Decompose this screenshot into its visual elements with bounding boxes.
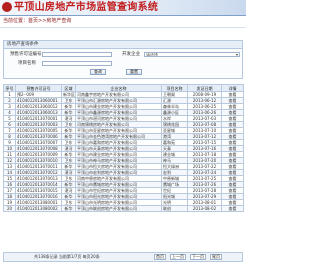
search-panel-header: 房地产查询条件 [3,40,243,49]
last-page-button[interactable]: 尾页 [210,254,222,260]
prev-page-button[interactable]: 上一页 [170,254,186,260]
cert-label: 预售许可证编号 [10,52,42,57]
table-row: 3 4104012013060012 新华 平顶山市建业房地产开发有限公司 森林半岛 20… [3,103,244,110]
table-row: 15 4104012013070013 卫东 河南中原房地产开发有限公司 中原新城 201… [3,175,244,182]
cell-date: 2013-08-02 [187,205,222,212]
table-row: 19 4104012013080001 卫东 平顶山市光明房地产开发有限公司 光明 201… [3,199,244,206]
cell-project: 联创 [161,205,188,212]
cell-cert: 4104012013080001 [15,199,62,206]
table-row: 4 4104012013060013 新华 平顶山市鑫源房地产开发有限公司 鑫源小区 20… [3,109,244,116]
company-label: 开发企业 [122,52,140,57]
col-date: 发证日期 [187,84,222,92]
table-row: 16 4104012013070014 新华 平顶山市鹰城房地产开发有限公司 鹰城广场 2… [3,181,244,188]
cell-cert: 4104012013060012 [15,103,62,110]
table-row: 5 4104012013070001 湛河 平顶山市湛河房地产开发有限公司 水岸 2013… [3,115,244,122]
pager-summary: 共138条记录 当前第1/7页 每页20条 [34,254,100,259]
cell-cert: 4104012013060001 [15,97,62,104]
search-form: 预售许可证编号 开发企业 请选择 项目名称 查询 重置 [3,49,243,79]
breadcrumb-bar: 当前位置：首页>>房地产查询 [0,16,246,28]
cell-cert: 4104012013080002 [15,205,62,212]
cell-cert: 4104012013070007 [15,139,62,146]
query-button[interactable]: 查询 [90,69,106,75]
cell-cert: 4104012013070003 [15,121,62,128]
cell-cert: 4104012013070011 [15,163,62,170]
table-header-row: 序号 预售许可证号 区域 企业名称 项目名称 发证日期 详情 [3,84,244,92]
project-input[interactable] [42,61,112,66]
table-row: 17 4104012013070015 湛河 平顶山市世纪房地产开发有限公司 世纪 201… [3,187,244,194]
cell-district: 新华 [61,205,76,212]
company-select-value: 请选择 [146,52,158,57]
col-cert: 预售许可证号 [15,84,62,92]
search-panel-title: 房地产查询条件 [7,42,39,47]
company-select[interactable]: 请选择 [144,52,240,57]
cell-cert: 4104012013060013 [15,109,62,116]
col-index: 序号 [3,84,16,92]
table-row: 8 4104012013070006 新华 平顶山市金色港湾房地产开发有限公司 港湾 20… [3,133,244,140]
cell-index: 20 [3,205,16,212]
table-row: 13 4104012013070011 新华 平顶山市恒大房地产开发有限公司 恒大绿洲 2… [3,163,244,170]
cell-district: 新华区 [61,91,76,98]
reset-button[interactable]: 重置 [126,69,142,75]
cell-cert: 4104012013070008 [15,145,62,152]
cell-cert: 4104012013070014 [15,181,62,188]
cell-detail-link[interactable]: 查看 [221,205,244,212]
table-row: 20 4104012013080002 新华 平顶山市联创房地产开发有限公司 联创 201… [3,205,244,212]
col-detail: 详情 [221,84,244,92]
cell-cert: 4104012013070006 [15,133,62,140]
col-district: 区域 [61,84,76,92]
cell-cert: 4104012013070012 [15,169,62,176]
table-row: 11 4104012013070009 新华 平顶山市建业房地产开发有限公司 建业城 20… [3,151,244,158]
col-company: 企业名称 [75,84,162,92]
cell-cert: 4104012013070009 [15,151,62,158]
results-table: 序号 预售许可证号 区域 企业名称 项目名称 发证日期 详情 1 预2--009 新… [3,84,244,212]
table-row: 12 4104012013070010 卫东 平顶山市神马房地产开发有限公司 神马 201… [3,157,244,164]
pager: 共138条记录 当前第1/7页 每页20条 首页 上一页 下一页 尾页 [3,252,243,262]
cell-cert: 4104012013070005 [15,127,62,134]
cell-cert: 4104012013070013 [15,175,62,182]
header-banner: 平顶山房地产市场监管查询系统 [0,0,246,16]
cell-cert: 4104012013070015 [15,187,62,194]
table-row: 2 4104012013060001 卫东 平顶山市汇源房地产开发有限公司 汇源 2013… [3,97,244,104]
col-project: 项目名称 [161,84,188,92]
table-row: 14 4104012013070012 湛河 平顶山市宏利房地产开发有限公司 宏利 201… [3,169,244,176]
breadcrumb: 当前位置：首页>>房地产查询 [3,18,72,24]
table-row: 18 4104012013070016 新华 平顶山市阳光房地产开发有限公司 阳光城 20… [3,193,244,200]
cert-input[interactable] [42,52,112,57]
table-row: 7 4104012013070005 新华 平顶山市亚星房地产开发有限公司 亚星城 201… [3,127,244,134]
project-label: 项目名称 [18,61,36,66]
page-title: 平顶山房地产市场监管查询系统 [14,2,159,13]
cell-cert: 4104012013070010 [15,157,62,164]
cell-cert: 4104012013070001 [15,115,62,122]
next-page-button[interactable]: 下一页 [190,254,206,260]
logo [2,2,12,12]
table-row: 10 4104012013070008 湛河 平顶山市天泰房地产开发有限公司 天泰 201… [3,145,244,152]
cell-cert: 4104012013070016 [15,193,62,200]
cell-company: 平顶山市联创房地产开发有限公司 [75,205,162,212]
table-row: 6 4104012013070003 卫东 河南锦绣房地产开发有限公司 锦绣花园 2013… [3,121,244,128]
table-row: 9 4104012013070007 卫东 平顶山市嘉和房地产开发有限公司 嘉和苑 201… [3,139,244,146]
first-page-button[interactable]: 首页 [154,254,166,260]
